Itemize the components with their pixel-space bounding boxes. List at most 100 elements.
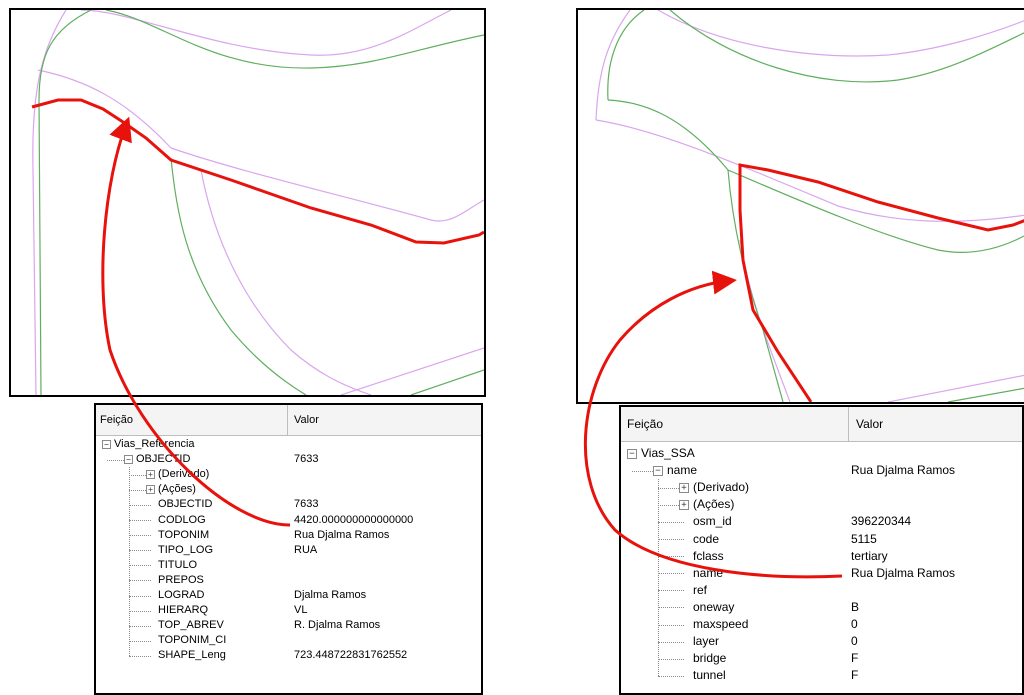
- attribute-value: Djalma Ramos: [294, 589, 367, 601]
- attribute-value: RUA: [294, 543, 318, 556]
- attribute-name: TIPO_LOG: [158, 543, 214, 556]
- tree-guide-line: [128, 625, 151, 627]
- road-edge-violet: [739, 239, 791, 402]
- expand-plus-icon[interactable]: +: [679, 482, 689, 493]
- road-edge-green: [669, 10, 1024, 83]
- tree-row[interactable]: OBJECTID 7633: [96, 497, 481, 512]
- collapse-minus-icon[interactable]: −: [627, 448, 637, 459]
- tree-row[interactable]: fclass tertiary: [621, 548, 1022, 565]
- attribute-value: R. Djalma Ramos: [294, 619, 381, 632]
- attribute-name: TITULO: [158, 558, 198, 571]
- road-edge-green: [38, 10, 92, 395]
- attribute-name: PREPOS: [158, 573, 204, 586]
- right-map-canvas[interactable]: [576, 8, 1024, 404]
- attribute-name: (Derivado): [158, 468, 210, 481]
- road-edge-green: [170, 157, 307, 395]
- collapse-minus-icon[interactable]: −: [102, 440, 111, 450]
- tree-row[interactable]: + (Ações): [96, 482, 481, 497]
- tree-guide-line: [128, 565, 151, 567]
- tree-row[interactable]: HIERARQ VL: [96, 603, 481, 618]
- tree-row[interactable]: TOP_ABREV R. Djalma Ramos: [96, 618, 481, 633]
- tree-guide-line: [658, 624, 684, 626]
- collapse-minus-icon[interactable]: −: [653, 465, 663, 476]
- expand-plus-icon[interactable]: +: [146, 470, 155, 480]
- tree-row[interactable]: oneway B: [621, 599, 1022, 616]
- attribute-name: fclass: [693, 548, 724, 563]
- tree-row[interactable]: tunnel F: [621, 667, 1022, 684]
- tree-guide-line: [658, 504, 679, 506]
- selected-road[interactable]: [31, 98, 484, 245]
- collapse-minus-icon[interactable]: −: [124, 455, 133, 465]
- tree-row[interactable]: maxspeed 0: [621, 616, 1022, 633]
- tree-row[interactable]: SHAPE_Leng 723.448722831762552: [96, 648, 481, 663]
- tree-guide-line: [658, 658, 684, 660]
- right-identify-panel: Feição Valor − Vias_SSA − name Rua Djalma Ra…: [619, 405, 1024, 695]
- tree-row[interactable]: ref: [621, 582, 1022, 599]
- left-map-canvas[interactable]: [9, 8, 486, 397]
- tree-row[interactable]: − Vias_Referencia: [96, 437, 481, 452]
- tree-guide-line: [106, 459, 124, 461]
- attribute-name: code: [693, 531, 720, 546]
- attribute-value: 723.448722831762552: [294, 649, 408, 662]
- road-edge-green: [947, 387, 1024, 402]
- attribute-name: name: [667, 463, 698, 478]
- tree-guide-line: [632, 470, 653, 472]
- attribute-value: 7633: [294, 498, 319, 511]
- tree-guide-line: [128, 610, 151, 612]
- attribute-name: OBJECTID: [136, 453, 191, 466]
- attribute-name: OBJECTID: [158, 498, 213, 511]
- tree-row[interactable]: layer 0: [621, 633, 1022, 650]
- attribute-value: F: [851, 651, 859, 666]
- attribute-name: (Ações): [158, 483, 196, 496]
- tree-guide-line: [128, 489, 146, 491]
- road-edge-violet: [340, 347, 484, 395]
- tree-guide-line: [128, 504, 151, 506]
- right-attribute-tree: − Vias_SSA − name Rua Djalma Ramos + (Derivado…: [621, 407, 1022, 693]
- tree-row[interactable]: − name Rua Djalma Ramos: [621, 462, 1022, 479]
- tree-row[interactable]: TOPONIM Rua Djalma Ramos: [96, 528, 481, 543]
- tree-guide-line: [658, 487, 679, 489]
- attribute-value: tertiary: [851, 548, 888, 563]
- tree-row[interactable]: name Rua Djalma Ramos: [621, 565, 1022, 582]
- expand-plus-icon[interactable]: +: [146, 485, 155, 495]
- tree-row[interactable]: + (Derivado): [96, 467, 481, 482]
- road-edge-green: [727, 169, 784, 402]
- tree-guide-line: [658, 641, 684, 643]
- road-edge-violet: [595, 10, 631, 121]
- tree-guide-line: [128, 535, 151, 537]
- left-attribute-tree: − Vias_Referencia − OBJECTID 7633 + (Derivado)…: [96, 405, 481, 693]
- attribute-value: Rua Djalma Ramos: [851, 565, 956, 580]
- expand-plus-icon[interactable]: +: [679, 499, 689, 510]
- tree-row[interactable]: + (Derivado): [621, 479, 1022, 496]
- tree-row[interactable]: PREPOS: [96, 573, 481, 588]
- tree-row[interactable]: TIPO_LOG RUA: [96, 543, 481, 558]
- attribute-value: VL: [294, 604, 308, 617]
- road-edge-green: [105, 10, 484, 69]
- attribute-name: LOGRAD: [158, 589, 205, 601]
- tree-row[interactable]: − Vias_SSA: [621, 445, 1022, 462]
- attribute-name: SHAPE_Leng: [158, 649, 226, 662]
- tree-row[interactable]: CODLOG 4420.000000000000000: [96, 513, 481, 528]
- tree-guide-line: [128, 655, 151, 657]
- tree-row[interactable]: TITULO: [96, 558, 481, 573]
- attribute-value: B: [851, 599, 860, 614]
- tree-row[interactable]: bridge F: [621, 650, 1022, 667]
- tree-row[interactable]: TOPONIM_CI: [96, 633, 481, 648]
- tree-guide-line: [128, 550, 151, 552]
- tree-guide-line: [128, 595, 151, 597]
- attribute-value: 0: [851, 634, 858, 649]
- attribute-value: 7633: [294, 453, 319, 466]
- tree-guide-line: [658, 607, 684, 609]
- tree-row[interactable]: + (Ações): [621, 496, 1022, 513]
- tree-row[interactable]: code 5115: [621, 531, 1022, 548]
- tree-guide-line: [658, 521, 684, 523]
- attribute-name: TOPONIM_CI: [158, 634, 227, 647]
- attribute-name: osm_id: [693, 514, 732, 529]
- attribute-name: Vias_SSA: [641, 446, 695, 460]
- road-edge-violet: [657, 10, 1024, 57]
- selected-road[interactable]: [738, 163, 1024, 402]
- tree-row[interactable]: − OBJECTID 7633: [96, 452, 481, 467]
- tree-guide-line: [658, 573, 684, 575]
- tree-row[interactable]: LOGRAD Djalma Ramos: [96, 588, 481, 603]
- tree-row[interactable]: osm_id 396220344: [621, 513, 1022, 530]
